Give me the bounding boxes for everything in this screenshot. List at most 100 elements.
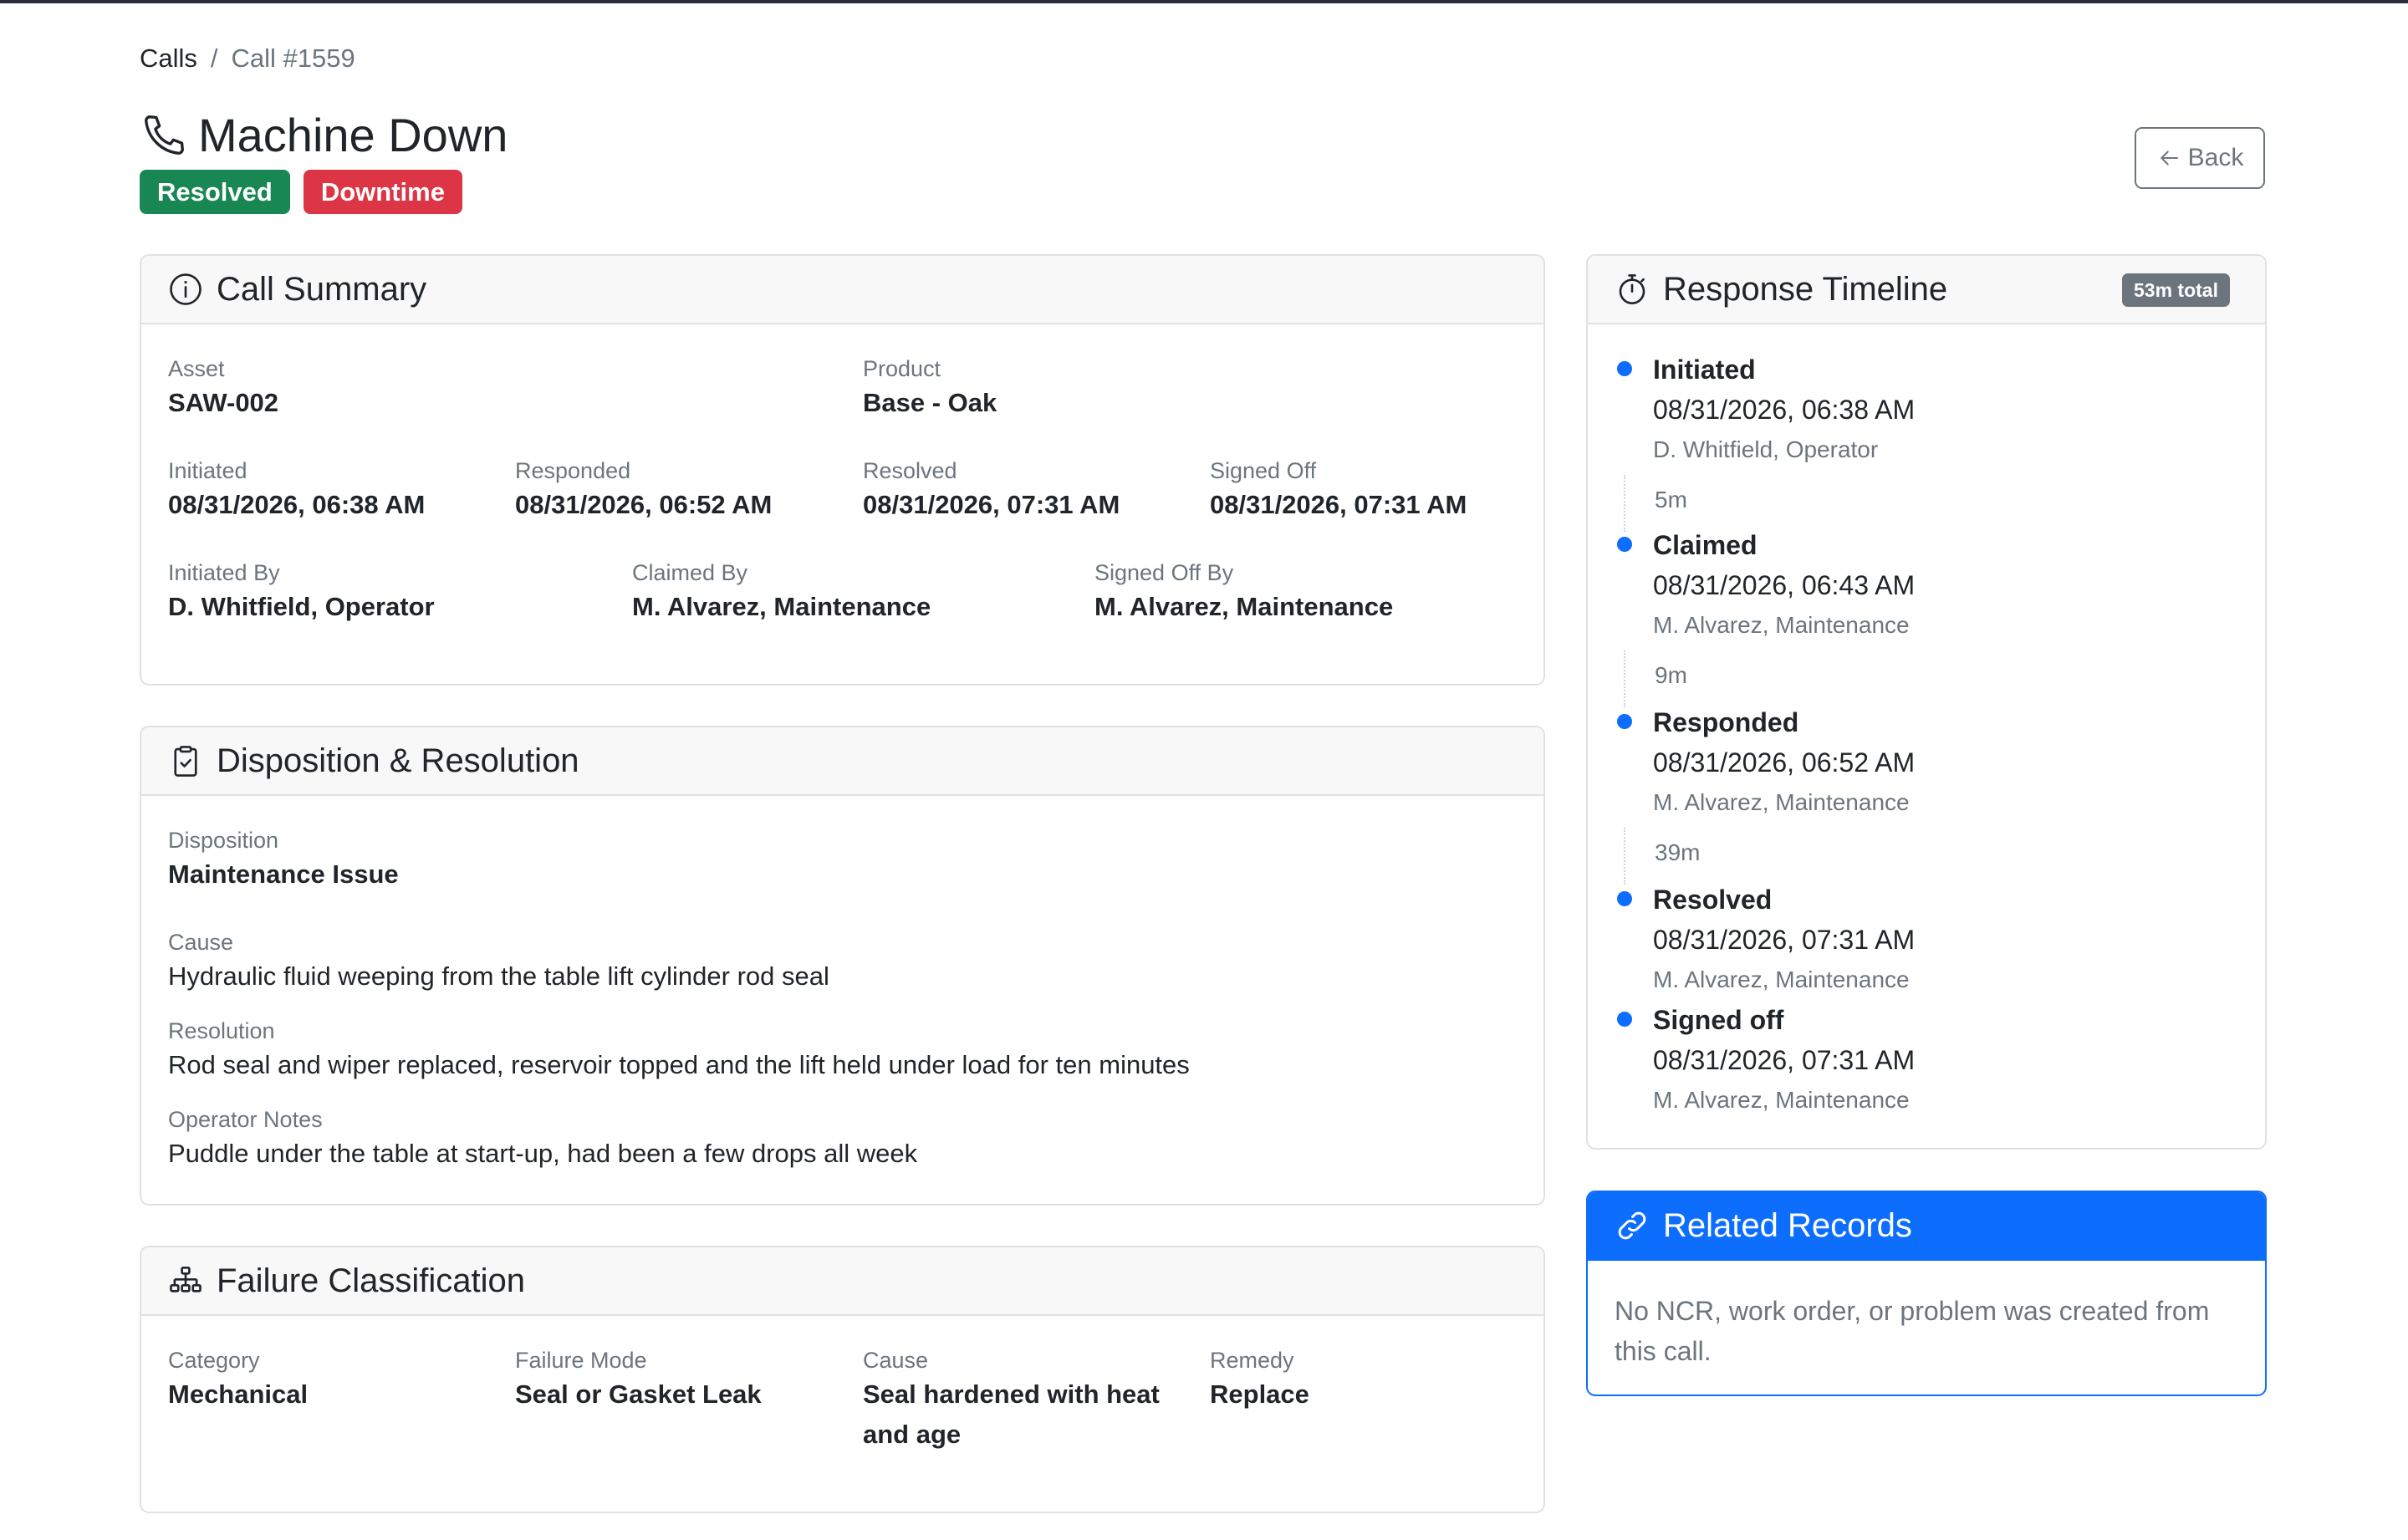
operator-notes-value: Puddle under the table at start-up, had … (168, 1139, 918, 1168)
initiated-by-field: Initiated By D. Whitfield, Operator (168, 558, 435, 627)
info-icon (170, 273, 202, 305)
category-field: Category Mechanical (168, 1346, 308, 1415)
initiated-value: 08/31/2026, 06:38 AM (168, 490, 426, 519)
cause-label: Cause (168, 930, 234, 955)
asset-value: SAW-002 (168, 388, 279, 417)
timeline-gap: 39m (1655, 839, 1701, 865)
product-field: Product Base - Oak (863, 354, 997, 423)
timeline-event-name: Resolved (1653, 885, 1773, 915)
page-title: Machine Down (198, 109, 508, 161)
failure-mode-label: Failure Mode (515, 1348, 647, 1373)
initiated-label: Initiated (168, 458, 247, 483)
disposition-label: Disposition (168, 828, 279, 853)
breadcrumb-calls-link[interactable]: Calls (140, 42, 197, 75)
page-header: Machine Down (140, 105, 508, 166)
call-summary-title: Call Summary (217, 270, 427, 308)
failure-cause-line1: Seal hardened with heat (863, 1379, 1160, 1409)
timeline-event-name: Responded (1653, 707, 1799, 737)
timeline-event-user: M. Alvarez, Maintenance (1653, 789, 1910, 815)
timeline-connector (1624, 650, 1625, 707)
responded-label: Responded (515, 458, 631, 483)
breadcrumb-current: Call #1559 (231, 43, 355, 73)
claimed-by-value: M. Alvarez, Maintenance (632, 592, 931, 621)
diagram-icon (170, 1266, 202, 1293)
related-records-title: Related Records (1663, 1206, 1912, 1244)
call-summary-header: Call Summary (141, 256, 1543, 324)
timeline-event-name: Initiated (1653, 354, 1756, 385)
timeline-event-user: D. Whitfield, Operator (1653, 436, 1879, 462)
breadcrumb: Calls / Call #1559 (140, 42, 355, 75)
signed-off-field: Signed Off 08/31/2026, 07:31 AM (1210, 456, 1467, 525)
timeline-dot (1617, 891, 1632, 906)
top-bar (0, 0, 2408, 3)
link-icon (1618, 1211, 1646, 1240)
resolution-label: Resolution (168, 1018, 275, 1043)
responded-value: 08/31/2026, 06:52 AM (515, 490, 773, 519)
initiated-field: Initiated 08/31/2026, 06:38 AM (168, 456, 425, 525)
failure-cause-field: Cause Seal hardened with heat and age (863, 1346, 1160, 1455)
claimed-by-label: Claimed By (632, 560, 748, 585)
failure-classification-title: Failure Classification (217, 1262, 526, 1299)
responded-field: Responded 08/31/2026, 06:52 AM (515, 456, 772, 525)
resolution-field: Resolution Rod seal and wiper replaced, … (168, 1017, 1190, 1085)
timeline-dot (1617, 537, 1632, 552)
timeline-gap: 9m (1655, 662, 1687, 688)
related-records-card: Related Records No NCR, work order, or p… (1586, 1191, 2267, 1396)
breadcrumb-separator: / (210, 43, 218, 73)
signed-off-by-value: M. Alvarez, Maintenance (1094, 592, 1394, 621)
timeline-event-user: M. Alvarez, Maintenance (1653, 1087, 1910, 1113)
phone-icon (145, 115, 184, 155)
failure-cause-line2: and age (863, 1420, 962, 1449)
timeline-event-name: Claimed (1653, 530, 1758, 560)
disposition-header: Disposition & Resolution (141, 727, 1543, 796)
timeline-dot (1617, 1012, 1632, 1027)
initiated-by-value: D. Whitfield, Operator (168, 592, 435, 621)
timeline-dot (1617, 361, 1632, 376)
related-records-header: Related Records (1588, 1192, 2265, 1261)
disposition-title: Disposition & Resolution (217, 742, 579, 779)
remedy-field: Remedy Replace (1210, 1346, 1309, 1415)
signed-off-label: Signed Off (1210, 458, 1317, 483)
disposition-card: Disposition & Resolution Disposition Mai… (140, 726, 1545, 1206)
timeline-event-user: M. Alvarez, Maintenance (1653, 966, 1910, 992)
failure-mode-field: Failure Mode Seal or Gasket Leak (515, 1346, 762, 1415)
related-records-message-line2: this call. (1615, 1336, 1712, 1366)
type-badge: Downtime (303, 170, 462, 214)
cause-field: Cause Hydraulic fluid weeping from the t… (168, 928, 829, 997)
timeline-dot (1617, 714, 1632, 729)
asset-label: Asset (168, 356, 225, 381)
timeline-gap: 5m (1655, 487, 1687, 512)
remedy-value: Replace (1210, 1379, 1309, 1409)
failure-classification-header: Failure Classification (141, 1247, 1543, 1316)
call-summary-card: Call Summary Asset SAW-002 Product Base … (140, 254, 1545, 686)
category-label: Category (168, 1348, 260, 1373)
response-timeline-title: Response Timeline (1663, 270, 1948, 308)
timeline-connector (1624, 828, 1625, 885)
back-button[interactable]: Back (2135, 127, 2265, 189)
timeline-event-time: 08/31/2026, 07:31 AM (1653, 1045, 1916, 1075)
total-duration-badge: 53m total (2122, 273, 2230, 307)
resolved-value: 08/31/2026, 07:31 AM (863, 490, 1120, 519)
arrow-left-icon (2160, 150, 2178, 166)
back-button-label: Back (2187, 144, 2244, 171)
status-badges: Resolved Downtime (140, 170, 476, 214)
stopwatch-icon (1619, 274, 1645, 304)
timeline-event-user: M. Alvarez, Maintenance (1653, 612, 1910, 638)
asset-field: Asset SAW-002 (168, 354, 278, 423)
disposition-value: Maintenance Issue (168, 859, 399, 889)
status-badge: Resolved (140, 170, 290, 214)
timeline-event-time: 08/31/2026, 06:52 AM (1653, 747, 1916, 778)
disposition-field: Disposition Maintenance Issue (168, 826, 399, 895)
remedy-label: Remedy (1210, 1348, 1294, 1373)
operator-notes-field: Operator Notes Puddle under the table at… (168, 1105, 917, 1174)
resolution-value: Rod seal and wiper replaced, reservoir t… (168, 1050, 1190, 1079)
failure-classification-card: Failure Classification Category Mechanic… (140, 1246, 1545, 1513)
failure-mode-value: Seal or Gasket Leak (515, 1379, 762, 1409)
resolved-label: Resolved (863, 458, 957, 483)
timeline-event-time: 08/31/2026, 07:31 AM (1653, 925, 1916, 955)
timeline-event-time: 08/31/2026, 06:43 AM (1653, 570, 1916, 600)
claimed-by-field: Claimed By M. Alvarez, Maintenance (632, 558, 931, 627)
product-label: Product (863, 356, 941, 381)
related-records-empty-message: No NCR, work order, or problem was creat… (1615, 1291, 2250, 1371)
signed-off-by-label: Signed Off By (1094, 560, 1234, 585)
